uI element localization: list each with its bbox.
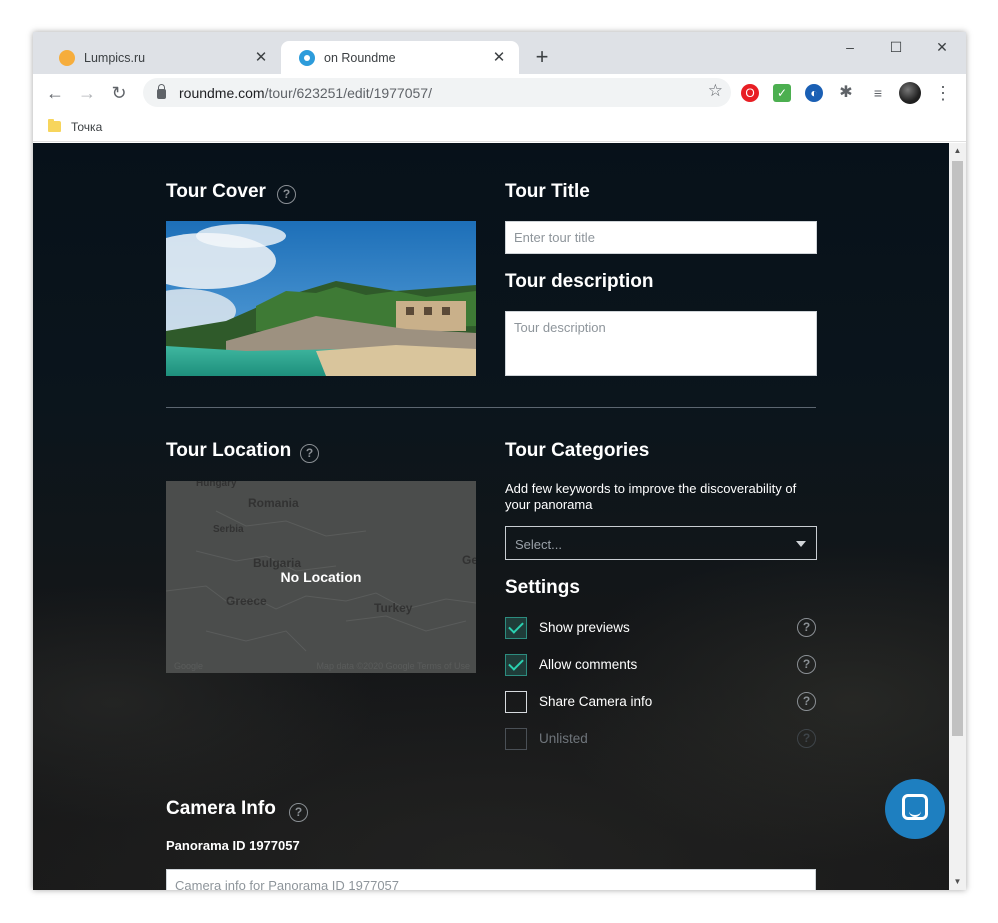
allow-comments-help-icon[interactable]: ?: [797, 655, 816, 674]
tour-categories-heading: Tour Categories: [505, 440, 650, 461]
close-icon[interactable]: ✕: [253, 49, 269, 66]
show-previews-help-icon[interactable]: ?: [797, 618, 816, 637]
camera-info-input[interactable]: Camera info for Panorama ID 1977057: [166, 869, 816, 890]
chat-icon: [902, 794, 928, 820]
folder-icon: [48, 119, 61, 132]
url-text: roundme.com/tour/623251/edit/1977057/: [179, 84, 432, 101]
tab-title: on Roundme: [324, 50, 396, 65]
page-viewport: Tour Cover ? Tour Title Enter tour title…: [33, 143, 949, 890]
bookmark-tochka[interactable]: Точка: [71, 120, 102, 134]
panorama-id-label: Panorama ID 1977057: [166, 838, 300, 853]
tour-title-input[interactable]: Enter tour title: [505, 221, 817, 254]
address-bar[interactable]: roundme.com/tour/623251/edit/1977057/ ☆: [143, 78, 731, 107]
maximize-button[interactable]: ☐: [881, 38, 911, 56]
browser-menu-icon[interactable]: ⋮: [933, 82, 953, 104]
share-camera-info-checkbox[interactable]: [505, 691, 527, 713]
tab-strip: Lumpics.ru ✕ on Roundme ✕ + – ☐ ✕: [33, 32, 966, 74]
scroll-down-icon[interactable]: ▼: [949, 874, 966, 890]
tour-title-heading: Tour Title: [505, 181, 590, 202]
settings-heading: Settings: [505, 577, 580, 598]
new-tab-button[interactable]: +: [531, 46, 553, 68]
tour-location-heading: Tour Location: [166, 440, 292, 461]
back-button[interactable]: ←: [44, 82, 66, 104]
roundme-favicon-icon: [299, 49, 315, 66]
lock-icon: [157, 84, 166, 99]
share-camera-info-help-icon[interactable]: ?: [797, 692, 816, 711]
cover-photo: [166, 221, 476, 376]
map-label-ge: Ge: [462, 553, 476, 567]
tab-title: Lumpics.ru: [84, 50, 146, 65]
tour-cover-heading: Tour Cover: [166, 181, 266, 202]
map-label-turkey: Turkey: [374, 601, 413, 615]
setting-label: Show previews: [539, 620, 630, 635]
map-attribution[interactable]: Map data ©2020 Google Terms of Use: [316, 661, 470, 671]
setting-share-camera-info: Share Camera info ?: [505, 691, 817, 715]
tour-description-heading: Tour description: [505, 271, 654, 292]
camera-info-heading: Camera Info: [166, 798, 276, 819]
close-icon[interactable]: ✕: [491, 49, 507, 66]
map-label-greece: Greece: [226, 594, 267, 608]
browser-toolbar: ← → ↻ roundme.com/tour/623251/edit/19770…: [33, 74, 966, 112]
unlisted-checkbox: [505, 728, 527, 750]
check-extension-icon[interactable]: ✓: [773, 84, 791, 102]
setting-label: Unlisted: [539, 731, 588, 746]
reload-button[interactable]: ↻: [108, 82, 130, 104]
setting-allow-comments: Allow comments ?: [505, 654, 817, 678]
chevron-down-icon: [796, 541, 806, 547]
lumpics-favicon-icon: [59, 49, 75, 66]
map-label-bulgaria: Bulgaria: [253, 556, 302, 570]
forward-button[interactable]: →: [76, 82, 98, 104]
bookmarks-bar: Точка: [33, 112, 966, 142]
location-map[interactable]: Hungary Romania Serbia Bulgaria Greece T…: [166, 481, 476, 673]
map-label-serbia: Serbia: [213, 524, 244, 535]
setting-unlisted: Unlisted ?: [505, 728, 817, 752]
section-divider: [166, 407, 816, 408]
vpn-extension-icon[interactable]: ◐: [805, 84, 823, 102]
map-label-hungary: Hungary: [196, 481, 237, 489]
setting-label: Share Camera info: [539, 694, 653, 709]
tab-lumpics[interactable]: Lumpics.ru ✕: [41, 41, 281, 74]
bookmark-star-icon[interactable]: ☆: [708, 81, 723, 101]
setting-label: Allow comments: [539, 657, 638, 672]
tour-description-input[interactable]: Tour description: [505, 311, 817, 376]
show-previews-checkbox[interactable]: [505, 617, 527, 639]
browser-window: Lumpics.ru ✕ on Roundme ✕ + – ☐ ✕ ← → ↻ …: [33, 32, 966, 890]
no-location-label: No Location: [280, 569, 362, 585]
map-google-logo: Google: [174, 661, 204, 671]
media-control-icon[interactable]: ≡: [869, 84, 887, 102]
tour-categories-hint: Add few keywords to improve the discover…: [505, 481, 797, 512]
scroll-up-icon[interactable]: ▲: [949, 143, 966, 159]
categories-select-value: Select...: [515, 537, 562, 552]
page-scrollbar[interactable]: ▲ ▼: [949, 143, 966, 890]
opera-extension-icon[interactable]: O: [741, 84, 759, 102]
scrollbar-thumb[interactable]: [952, 161, 963, 736]
chat-button[interactable]: [885, 779, 945, 839]
minimize-button[interactable]: –: [835, 38, 865, 56]
categories-select[interactable]: Select...: [505, 526, 817, 560]
tour-cover-image[interactable]: [166, 221, 476, 376]
camera-info-help-icon[interactable]: ?: [289, 803, 308, 822]
close-window-button[interactable]: ✕: [927, 38, 957, 56]
extensions-puzzle-icon[interactable]: ✱: [837, 84, 855, 102]
tour-cover-help-icon[interactable]: ?: [277, 185, 296, 204]
allow-comments-checkbox[interactable]: [505, 654, 527, 676]
setting-show-previews: Show previews ?: [505, 617, 817, 641]
tour-location-help-icon[interactable]: ?: [300, 444, 319, 463]
profile-avatar[interactable]: [899, 82, 921, 104]
tab-roundme[interactable]: on Roundme ✕: [281, 41, 519, 74]
map-label-romania: Romania: [248, 496, 299, 510]
unlisted-help-icon: ?: [797, 729, 816, 748]
